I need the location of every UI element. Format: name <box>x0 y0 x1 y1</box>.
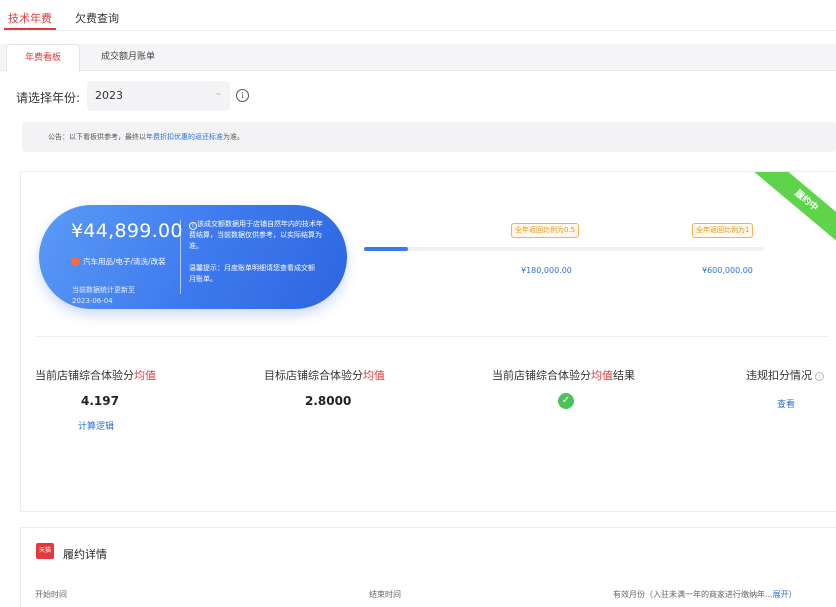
progress-fill <box>364 247 408 251</box>
notice-link[interactable]: 年费折扣优惠的返还标准 <box>146 133 223 141</box>
score-result-title: 当前店铺综合体验分均值结果 <box>492 369 635 382</box>
status-ribbon: 履约中 <box>752 172 836 248</box>
milestone-value: ¥600,000.00 <box>702 266 753 275</box>
update-date: 2023-06-04 <box>72 297 113 305</box>
detail-title: 履约详情 <box>63 548 107 561</box>
transaction-amount: ¥44,899.00 <box>71 220 183 242</box>
update-note: 当前数据统计更新至 2023-06-04 <box>72 286 135 305</box>
notice-bar: 公告：以下看板供参考，最终以年费折扣优惠的返还标准为准。 <box>22 122 836 152</box>
tab-annual-fee-board[interactable]: 年费看板 <box>6 44 80 72</box>
active-tab-indicator <box>4 28 56 30</box>
fee-board-panel: 履约中 ¥44,899.00 汽车用品/电子/清洗/改装 当前数据统计更新至 2… <box>20 171 836 512</box>
year-value: 2023 <box>95 89 123 102</box>
view-violation-link[interactable]: 查看 <box>777 397 795 410</box>
year-label: 请选择年份: <box>16 91 81 105</box>
milestone-value: ¥180,000.00 <box>521 266 572 275</box>
section-divider <box>35 336 829 337</box>
fulfillment-detail-section: 天猫 履约详情 开始时间 结束时间 有效月份（入驻未满一年的商家进行缴纳年...… <box>20 527 836 607</box>
calc-logic-link[interactable]: 计算逻辑 <box>78 419 114 432</box>
tab-tech-annual-fee[interactable]: 技术年费 <box>8 10 52 26</box>
milestone-badge: 全年返回比例为1 <box>692 223 754 238</box>
violation-title: 违规扣分情况 i <box>746 367 824 383</box>
info-icon: i <box>189 222 197 230</box>
check-icon: ✓ <box>558 393 574 409</box>
progress-track <box>364 247 764 251</box>
tmall-logo: 天猫 <box>36 543 54 559</box>
column-start-time: 开始时间 <box>35 590 67 599</box>
info-icon[interactable]: i <box>236 89 249 102</box>
target-score-value: 2.8000 <box>305 394 352 408</box>
chevron-down-icon: ⌄ <box>214 88 222 98</box>
current-score-value: 4.197 <box>81 394 119 408</box>
expand-link[interactable]: 展开 <box>773 590 789 599</box>
info-icon[interactable]: i <box>815 372 824 381</box>
current-score-title: 当前店铺综合体验分均值 <box>35 369 156 382</box>
card-divider <box>180 220 181 294</box>
summary-card: ¥44,899.00 汽车用品/电子/清洗/改装 当前数据统计更新至 2023-… <box>39 205 347 309</box>
tab-arrears-query[interactable]: 欠费查询 <box>75 10 119 26</box>
info-note: i 该成交额数据用于店铺自然年内的技术年费结算，当前数据仅供参考，以实际结算为准。 <box>189 220 323 250</box>
target-score-title: 目标店铺综合体验分均值 <box>264 369 385 382</box>
column-valid-months: 有效月份（入驻未满一年的商家进行缴纳年...展开） <box>613 590 797 599</box>
milestone-badge: 全年返回比例为0.5 <box>511 223 580 238</box>
category-text: 汽车用品/电子/清洗/改装 <box>83 257 166 266</box>
notice-text: 公告：以下看板供参考，最终以年费折扣优惠的返还标准为准。 <box>48 133 244 141</box>
tip-note: 温馨提示：月度账单明细请您查看成交额月账单。 <box>189 264 315 283</box>
tab-monthly-bill[interactable]: 成交额月账单 <box>82 44 174 71</box>
sub-tab-bar: 年费看板 成交额月账单 <box>0 44 836 72</box>
year-select[interactable]: 2023 ⌄ <box>87 81 230 111</box>
column-end-time: 结束时间 <box>369 590 401 599</box>
top-tab-bar: 技术年费 欠费查询 <box>0 0 836 31</box>
